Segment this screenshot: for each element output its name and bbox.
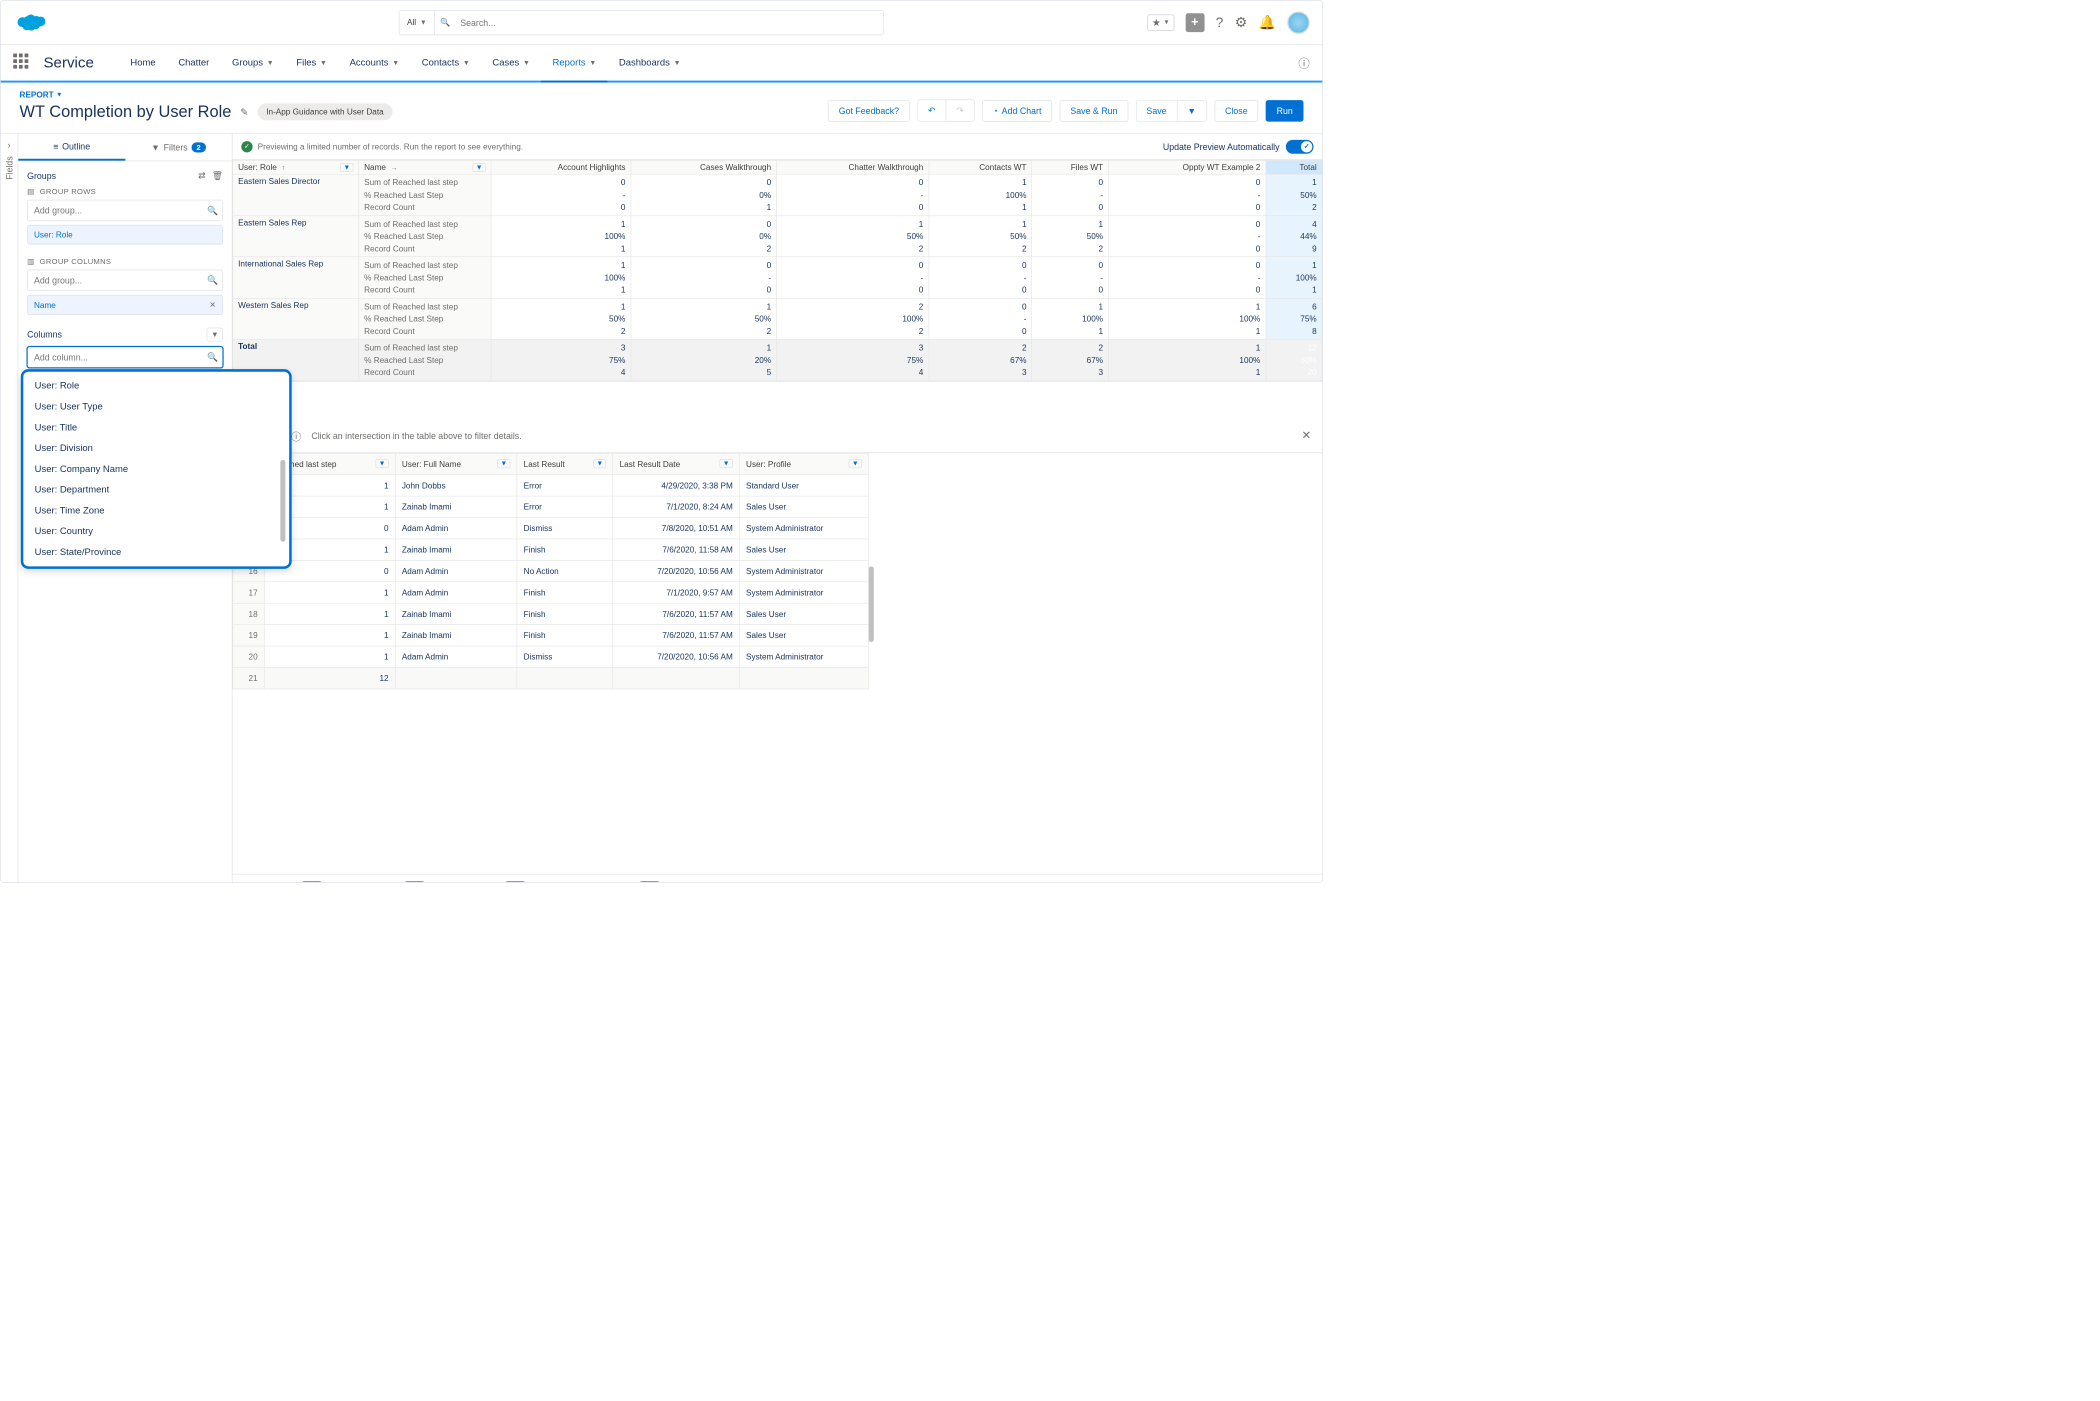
info-icon: ⓘ (291, 428, 301, 443)
dropdown-scrollbar[interactable] (280, 460, 285, 542)
detail-scrollbar[interactable] (869, 566, 874, 642)
edit-title-icon[interactable]: ✎ (240, 106, 248, 119)
dropdown-item[interactable]: User: Company Name (23, 459, 289, 480)
group-cols-label: ▥GROUP COLUMNS (27, 257, 223, 266)
search-icon: 🔍 (207, 275, 218, 286)
salesforce-logo[interactable] (13, 11, 46, 34)
dropdown-item[interactable]: User: Division (23, 438, 289, 459)
save-run-button[interactable]: Save & Run (1060, 100, 1128, 121)
outline-tab[interactable]: ≡Outline (18, 134, 125, 161)
auto-preview-label: Update Preview Automatically (1163, 141, 1280, 151)
undo-button[interactable]: ↶ (917, 100, 945, 122)
nav-files[interactable]: Files▼ (285, 45, 338, 81)
object-label[interactable]: REPORT▼ (20, 90, 393, 99)
dropdown-item[interactable]: User: Role (23, 375, 289, 396)
add-column-input[interactable] (27, 347, 223, 368)
app-launcher-icon[interactable] (13, 53, 32, 72)
swap-icon[interactable]: ⇄ (198, 170, 205, 181)
nav-dashboards[interactable]: Dashboards▼ (608, 45, 692, 81)
nav-groups[interactable]: Groups▼ (221, 45, 285, 81)
close-button[interactable]: Close (1214, 100, 1258, 121)
filter-icon: ▼ (151, 142, 160, 152)
dropdown-item[interactable]: User: User Type (23, 396, 289, 417)
preview-status-icon: ✓ (241, 141, 252, 152)
group-rows-input[interactable] (27, 200, 223, 221)
stacked-toggle[interactable] (636, 881, 664, 883)
nav-cases[interactable]: Cases▼ (481, 45, 541, 81)
delete-icon[interactable]: 🗑 (212, 170, 223, 181)
feedback-button[interactable]: Got Feedback? (828, 100, 910, 121)
nav-contacts[interactable]: Contacts▼ (410, 45, 481, 81)
preview-message: Previewing a limited number of records. … (258, 142, 523, 151)
fields-rail-label[interactable]: Fields (4, 156, 14, 180)
notifications-icon[interactable]: 🔔 (1258, 14, 1275, 30)
auto-preview-toggle[interactable] (1286, 140, 1314, 154)
group-cols-input[interactable] (27, 270, 223, 291)
detail-hint: Click an intersection in the table above… (311, 431, 521, 441)
nav-accounts[interactable]: Accounts▼ (338, 45, 410, 81)
dropdown-item[interactable]: User: State/Province (23, 542, 289, 563)
group-row-pill[interactable]: User: Role (27, 225, 223, 245)
nav-chatter[interactable]: Chatter (167, 45, 221, 81)
dropdown-item[interactable]: User: Country (23, 521, 289, 542)
nav-info-icon[interactable]: ⓘ (1298, 54, 1309, 70)
group-rows-label: ▤GROUP ROWS (27, 187, 223, 196)
report-title: WT Completion by User Role (20, 102, 232, 122)
global-add-button[interactable]: + (1185, 13, 1204, 32)
nav-reports[interactable]: Reports▼ (541, 45, 607, 81)
filters-tab[interactable]: ▼Filters2 (125, 134, 232, 161)
app-name: Service (43, 54, 93, 72)
close-detail-icon[interactable]: ✕ (1302, 429, 1312, 442)
dropdown-item[interactable]: User: Time Zone (23, 500, 289, 521)
global-search[interactable]: All▼ 🔍 (399, 10, 884, 35)
expand-fields-icon[interactable]: › (8, 140, 11, 150)
search-icon: 🔍 (440, 17, 450, 27)
save-button[interactable]: Save (1136, 100, 1177, 121)
setup-gear-icon[interactable]: ⚙ (1235, 14, 1247, 30)
save-menu-button[interactable]: ▼ (1177, 100, 1207, 121)
remove-icon[interactable]: ✕ (209, 300, 216, 310)
groups-section-title: Groups (27, 170, 56, 180)
add-chart-button[interactable]: ◔Add Chart (982, 100, 1052, 121)
report-type-badge: In-App Guidance with User Data (257, 103, 392, 120)
row-counts-toggle[interactable] (298, 881, 326, 883)
columns-menu-button[interactable]: ▼ (207, 328, 223, 342)
redo-button[interactable]: ↷ (945, 100, 974, 122)
dropdown-item[interactable]: User: Title (23, 417, 289, 438)
detail-rows-toggle[interactable] (401, 881, 429, 883)
favorites-button[interactable]: ★▼ (1147, 14, 1174, 30)
grand-total-toggle[interactable] (502, 881, 530, 883)
columns-section-title: Columns (27, 329, 62, 339)
search-input[interactable] (455, 17, 883, 27)
search-icon: 🔍 (207, 205, 218, 216)
search-icon: 🔍 (207, 352, 218, 363)
user-avatar[interactable] (1287, 11, 1310, 34)
dropdown-item[interactable]: User: Department (23, 479, 289, 500)
column-dropdown: User: Role User: User Type User: Title U… (21, 369, 292, 569)
help-icon[interactable]: ? (1216, 14, 1224, 30)
search-scope[interactable]: All▼ (399, 10, 434, 34)
run-button[interactable]: Run (1266, 100, 1304, 121)
group-col-pill[interactable]: Name✕ (27, 295, 223, 315)
nav-home[interactable]: Home (119, 45, 167, 81)
